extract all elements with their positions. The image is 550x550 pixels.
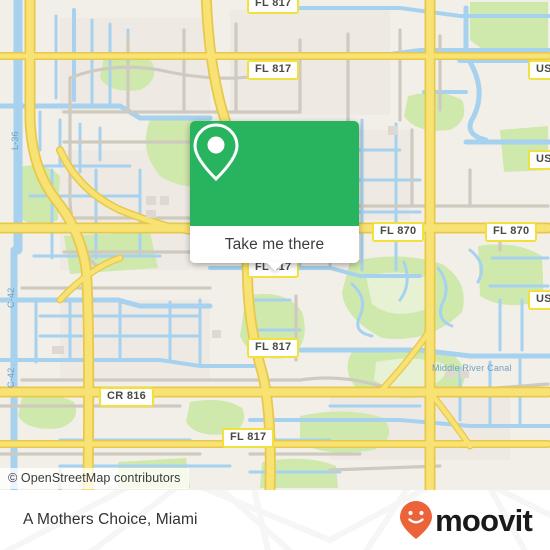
road-shield: FL 817	[247, 60, 300, 80]
road-shield: FL 870	[485, 222, 538, 242]
card-pin-area	[190, 121, 359, 226]
map-canvas[interactable]: FL 817 FL 817 US US FL 870 FL 870 US FL …	[0, 0, 550, 490]
road-shield: US	[528, 150, 550, 170]
road-shield: US	[528, 290, 550, 310]
moovit-logo[interactable]: moovit	[399, 500, 533, 540]
water-label: L-36	[10, 131, 20, 150]
moovit-pin-smiley-icon	[400, 501, 433, 539]
water-label: C-42	[6, 367, 16, 388]
map-attribution[interactable]: © OpenStreetMap contributors	[0, 468, 189, 489]
venue-name: A Mothers Choice, Miami	[23, 511, 198, 528]
screenshot-root: FL 817 FL 817 US US FL 870 FL 870 US FL …	[0, 0, 550, 550]
road-shield: FL 870	[372, 222, 425, 242]
water-label: Middle River Canal	[432, 363, 512, 373]
card-action[interactable]: Take me there	[190, 226, 359, 263]
road-shield: US	[528, 60, 550, 80]
road-shield: FL 817	[247, 338, 300, 358]
moovit-wordmark: moovit	[435, 502, 533, 538]
card-action-label: Take me there	[224, 235, 325, 253]
road-shield: CR 816	[99, 387, 155, 407]
road-shield: FL 817	[222, 428, 275, 448]
footer-bar: A Mothers Choice, Miami moovit	[0, 490, 550, 550]
card-tail	[265, 262, 284, 271]
water-label: C-42	[6, 287, 16, 308]
map-pin-icon	[193, 123, 239, 182]
road-shield: FL 817	[247, 0, 300, 14]
take-me-there-card[interactable]: Take me there	[190, 121, 359, 271]
